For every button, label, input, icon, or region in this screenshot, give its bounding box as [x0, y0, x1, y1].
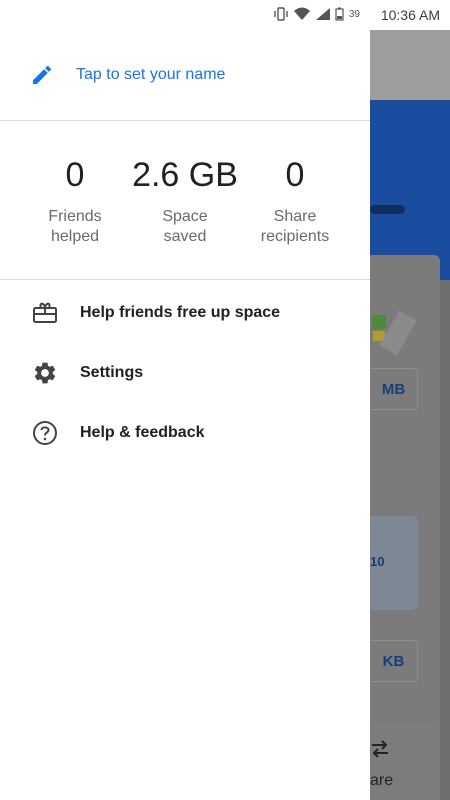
set-name-label: Tap to set your name [76, 66, 226, 83]
stat-label-line2: saved [163, 228, 207, 245]
menu-item-help-feedback[interactable]: Help & feedback [0, 403, 370, 463]
bg-card-1-button: MB [370, 368, 418, 410]
bg-storage-banner [370, 100, 450, 280]
share-arrows-icon [372, 740, 388, 758]
gift-card-icon [30, 298, 60, 328]
menu-item-help-friends[interactable]: Help friends free up space [0, 283, 370, 343]
stat-value: 0 [65, 156, 85, 194]
menu-label: Help friends free up space [80, 304, 281, 321]
vibrate-icon [274, 7, 288, 21]
stat-space-saved: 2.6 GB Space saved [130, 155, 240, 247]
menu-label: Help & feedback [80, 424, 205, 441]
gear-icon [30, 358, 60, 388]
signal-icon [315, 8, 330, 20]
bg-storage-bar [370, 205, 405, 214]
status-time: 10:36 AM [380, 7, 440, 23]
status-bar: 39 10:36 AM [0, 0, 450, 30]
stat-friends-helped: 0 Friends helped [20, 155, 130, 247]
help-circle-icon [30, 418, 60, 448]
set-name-row[interactable]: Tap to set your name [30, 60, 225, 90]
bg-card-illustration [372, 310, 417, 356]
pencil-icon [33, 65, 52, 84]
battery-icon [335, 7, 344, 21]
stat-label-line2: recipients [260, 228, 330, 245]
stat-label-line1: Share [273, 208, 317, 225]
menu-label: Settings [80, 364, 144, 381]
wifi-icon [293, 7, 310, 20]
stat-share-recipients: 0 Share recipients [240, 155, 350, 247]
status-icons: 39 [273, 7, 360, 21]
stat-label-line1: Friends [48, 208, 102, 225]
bg-share-label: are [370, 772, 394, 789]
stat-value: 2.6 GB [132, 156, 238, 194]
bg-app-header [370, 30, 450, 100]
navigation-drawer: Tap to set your name 0 Friends helped 2.… [0, 30, 370, 800]
background-app-scrim[interactable]: MB 10 KB are [370, 30, 450, 800]
stat-label-line1: Space [162, 208, 208, 225]
divider [0, 120, 370, 121]
divider [0, 279, 370, 280]
menu-item-settings[interactable]: Settings [0, 343, 370, 403]
bg-card-2-button: KB [370, 640, 418, 682]
stat-label-line2: helped [50, 228, 100, 245]
bg-card-2-image: 10 [370, 516, 418, 610]
battery-level: 39 [348, 8, 360, 20]
stat-value: 0 [285, 156, 305, 194]
